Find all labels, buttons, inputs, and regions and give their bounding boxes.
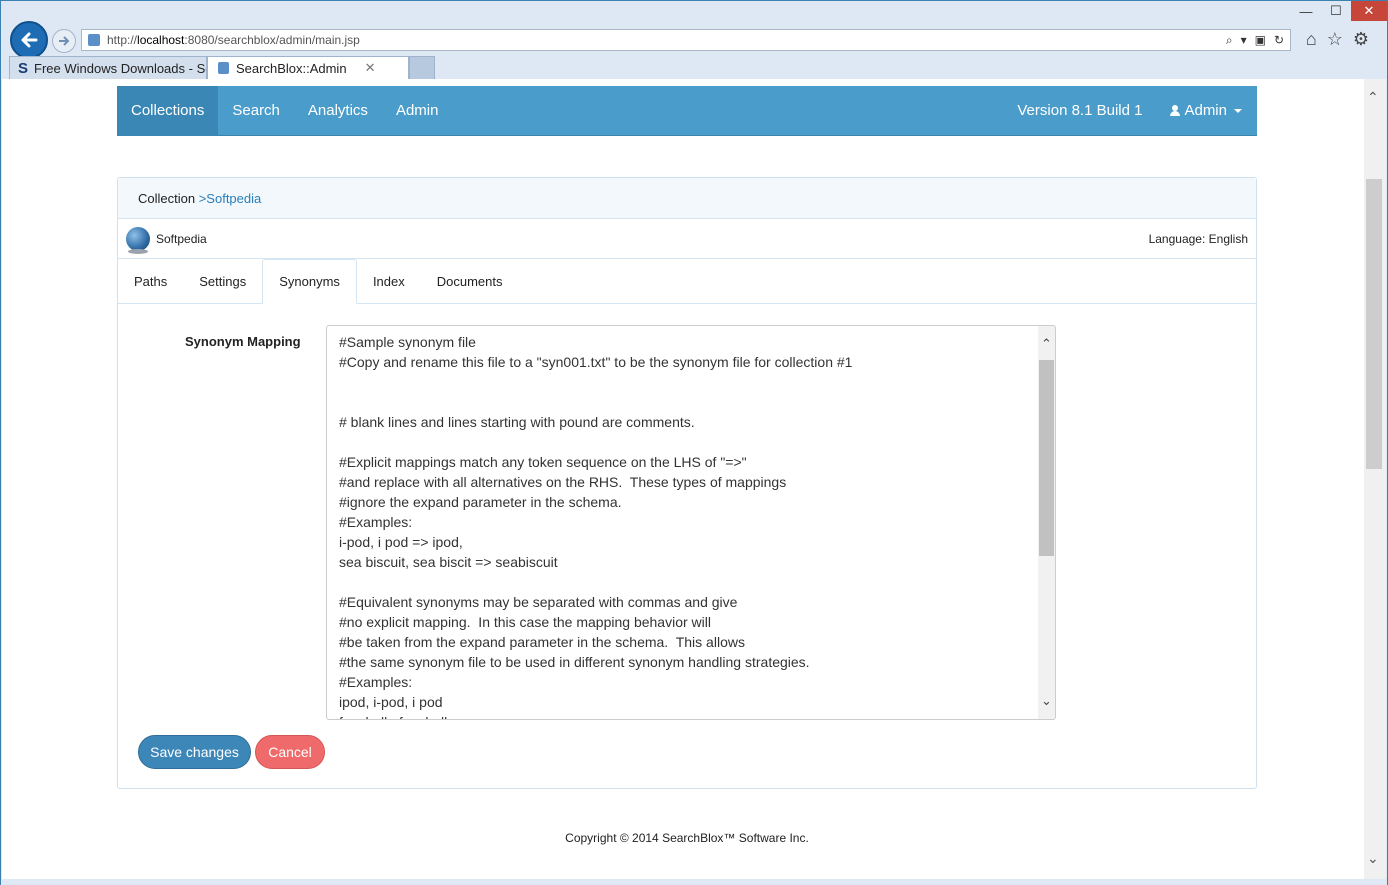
synonym-mapping-textarea[interactable]: #Sample synonym file #Copy and rename th… <box>326 325 1056 720</box>
user-name: Admin <box>1184 102 1227 119</box>
browser-tab-strip: S Free Windows Downloads - So... SearchB… <box>9 56 435 79</box>
tab-index[interactable]: Index <box>357 259 421 303</box>
new-tab-button[interactable] <box>409 56 435 79</box>
back-arrow-icon <box>21 32 38 48</box>
tab-synonyms[interactable]: Synonyms <box>262 259 357 304</box>
dropdown-icon[interactable]: ▾ <box>1241 33 1247 48</box>
forward-arrow-icon <box>59 36 70 46</box>
synonym-mapping-text: #Sample synonym file #Copy and rename th… <box>339 334 853 719</box>
page-scrollbar[interactable]: ⌃ ⌄ <box>1364 79 1386 879</box>
footer-copyright: Copyright © 2014 SearchBlox™ Software In… <box>565 831 809 845</box>
softpedia-s-icon: S <box>18 59 29 77</box>
favorites-star-icon[interactable]: ☆ <box>1327 29 1343 50</box>
page-scroll-up-icon[interactable]: ⌃ <box>1367 89 1379 106</box>
browser-tab-label: Free Windows Downloads - So... <box>34 60 207 76</box>
close-tab-icon[interactable]: ✕ <box>365 60 376 76</box>
collection-name: Softpedia <box>156 231 207 246</box>
search-icon[interactable]: ⌕ <box>1226 33 1233 48</box>
scroll-thumb[interactable] <box>1039 360 1054 556</box>
user-menu[interactable]: Admin <box>1156 102 1257 119</box>
caret-down-icon <box>1234 108 1242 113</box>
window-bottom-border <box>1 879 1387 885</box>
back-button[interactable] <box>10 21 48 59</box>
nav-collections[interactable]: Collections <box>117 85 219 136</box>
save-changes-button[interactable]: Save changes <box>138 735 251 769</box>
breadcrumb: Collection >Softpedia <box>118 178 1256 219</box>
forward-button[interactable] <box>52 29 76 53</box>
browser-tab-softpedia[interactable]: S Free Windows Downloads - So... <box>9 56 207 79</box>
breadcrumb-link[interactable]: >Softpedia <box>199 191 262 206</box>
url-prefix: http:// <box>107 33 138 47</box>
browser-chrome: http://localhost:8080/searchblox/admin/m… <box>1 1 1387 79</box>
url-host: localhost <box>137 33 185 47</box>
tab-documents[interactable]: Documents <box>421 259 519 303</box>
tab-settings[interactable]: Settings <box>183 259 262 303</box>
refresh-icon[interactable]: ↻ <box>1274 33 1284 48</box>
top-navbar: Collections Search Analytics Admin Versi… <box>117 85 1257 136</box>
user-icon <box>1170 105 1181 116</box>
address-bar[interactable]: http://localhost:8080/searchblox/admin/m… <box>81 29 1291 51</box>
synonym-mapping-label: Synonym Mapping <box>185 334 301 349</box>
page-scroll-thumb[interactable] <box>1366 179 1382 469</box>
cancel-button[interactable]: Cancel <box>255 735 325 769</box>
page-scroll-down-icon[interactable]: ⌄ <box>1367 850 1379 867</box>
collection-tabs: Paths Settings Synonyms Index Documents <box>118 259 1256 304</box>
page-viewport: Collections Search Analytics Admin Versi… <box>2 79 1364 879</box>
window-controls: — ☐ ✕ <box>1291 1 1387 21</box>
compatibility-view-icon[interactable]: ▣ <box>1255 33 1266 48</box>
globe-icon <box>126 226 150 254</box>
nav-analytics[interactable]: Analytics <box>294 86 382 136</box>
breadcrumb-label: Collection <box>138 190 196 206</box>
browser-window: http://localhost:8080/searchblox/admin/m… <box>0 0 1388 885</box>
close-window-button[interactable]: ✕ <box>1351 1 1387 21</box>
page-favicon-icon <box>88 34 100 46</box>
scroll-up-icon[interactable]: ⌃ <box>1040 336 1053 352</box>
collection-info-row: Softpedia Language: English <box>118 219 1256 259</box>
page-favicon-icon <box>216 61 230 75</box>
textarea-scrollbar[interactable]: ⌃ ⌄ <box>1038 326 1055 719</box>
browser-tab-searchblox[interactable]: SearchBlox::Admin ✕ <box>207 56 409 79</box>
tab-paths[interactable]: Paths <box>118 259 183 303</box>
language-label: Language: English <box>1148 231 1248 246</box>
home-icon[interactable]: ⌂ <box>1306 29 1317 50</box>
settings-gear-icon[interactable]: ⚙ <box>1353 29 1369 50</box>
nav-admin[interactable]: Admin <box>382 86 453 136</box>
minimize-button[interactable]: — <box>1291 1 1321 21</box>
maximize-button[interactable]: ☐ <box>1321 1 1351 21</box>
nav-search[interactable]: Search <box>218 86 294 136</box>
browser-tab-label: SearchBlox::Admin <box>236 60 347 76</box>
scroll-down-icon[interactable]: ⌄ <box>1040 693 1053 709</box>
collection-panel: Collection >Softpedia Softpedia Language… <box>117 177 1257 789</box>
version-label: Version 8.1 Build 1 <box>1017 102 1143 119</box>
url-rest: :8080/searchblox/admin/main.jsp <box>184 33 360 47</box>
